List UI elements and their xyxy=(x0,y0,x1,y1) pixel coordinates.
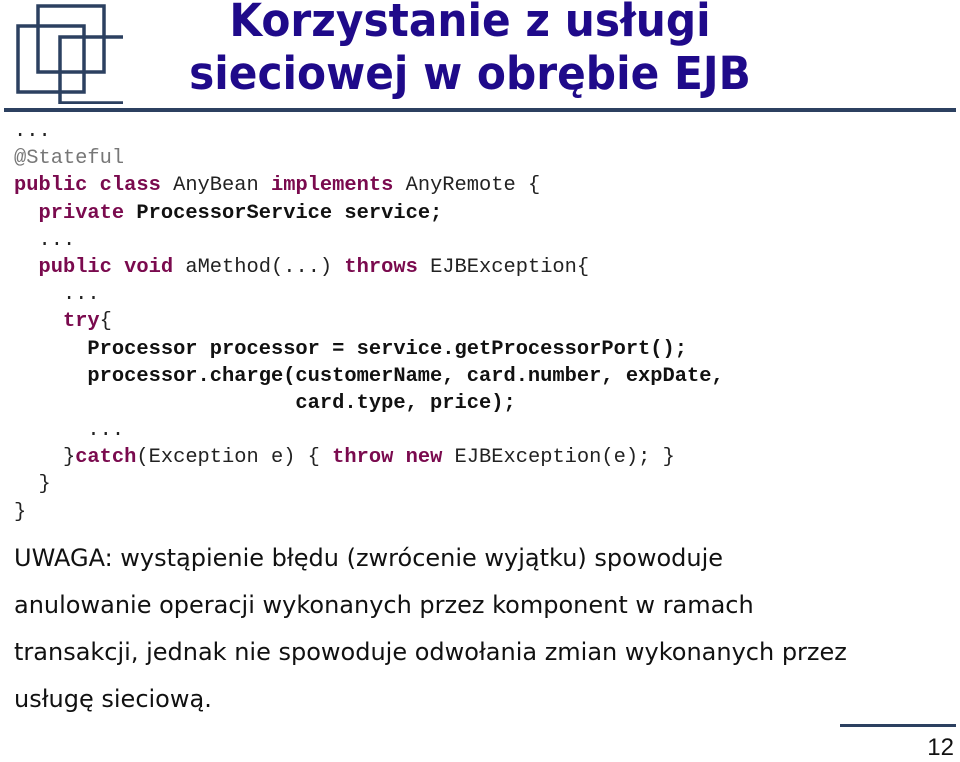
code-line: } xyxy=(14,471,724,498)
code-line: card.type, price); xyxy=(14,390,724,417)
title-divider xyxy=(4,108,956,112)
code-listing: ... @Stateful public class AnyBean impleme… xyxy=(14,118,724,526)
note-line: anulowanie operacji wykonanych przez kom… xyxy=(14,591,754,619)
page-number: 12 xyxy=(927,734,954,761)
code-keyword: public class xyxy=(14,174,161,198)
code-line: ... xyxy=(14,281,724,308)
overlapping-squares-logo-icon xyxy=(16,4,123,104)
code-keyword: try xyxy=(62,310,100,334)
code-keyword: throws xyxy=(344,255,418,279)
slide-title-line-1: Korzystanie z usługi xyxy=(229,0,711,47)
footer-divider xyxy=(840,724,956,727)
code-text: AnyBean xyxy=(160,174,271,198)
code-text: } xyxy=(14,446,76,470)
code-text: } xyxy=(14,500,27,524)
code-line: try{ xyxy=(14,308,724,335)
code-text: ProcessorService service; xyxy=(124,201,443,225)
code-line: public void aMethod(...) throws EJBExcep… xyxy=(14,254,724,281)
code-text: EJBException{ xyxy=(417,255,590,279)
note-paragraph: UWAGA: wystąpienie błędu (zwrócenie wyją… xyxy=(14,535,960,723)
code-line: ... xyxy=(14,227,724,254)
code-line: } xyxy=(14,499,724,526)
code-text: ... xyxy=(14,283,100,307)
code-text: ... xyxy=(14,228,76,252)
code-text: ... xyxy=(14,120,51,143)
code-text: AnyRemote { xyxy=(393,174,541,198)
code-keyword: private xyxy=(38,201,125,225)
code-keyword: public void xyxy=(38,255,174,279)
code-text: processor.charge(customerName, card.numb… xyxy=(14,364,724,388)
slide-title-line-2: sieciowej w obrębie EJB xyxy=(189,47,751,100)
code-line: }catch(Exception e) { throw new EJBExcep… xyxy=(14,444,724,471)
code-keyword: throw new xyxy=(332,446,443,470)
code-text: (Exception e) { xyxy=(136,446,333,470)
note-line: usługę sieciową. xyxy=(14,685,212,713)
code-annotation: @Stateful xyxy=(14,147,125,171)
code-line: ... xyxy=(14,417,724,444)
code-text: EJBException(e); } xyxy=(442,446,675,470)
code-keyword: implements xyxy=(270,174,394,198)
code-text: card.type, price); xyxy=(14,391,516,415)
code-text: { xyxy=(99,310,112,334)
note-line: UWAGA: wystąpienie błędu (zwrócenie wyją… xyxy=(14,544,724,572)
note-line: transakcji, jednak nie spowoduje odwołan… xyxy=(14,638,847,666)
code-line: @Stateful xyxy=(14,145,724,172)
slide-title: Korzystanie z usługi sieciowej w obrębie… xyxy=(160,0,780,100)
code-line: processor.charge(customerName, card.numb… xyxy=(14,363,724,390)
code-line: private ProcessorService service; xyxy=(14,200,724,227)
code-text: ... xyxy=(14,419,125,443)
code-text: Processor processor = service.getProcess… xyxy=(14,337,688,361)
code-keyword: catch xyxy=(75,446,137,470)
code-line: Processor processor = service.getProcess… xyxy=(14,336,724,363)
code-line: ... xyxy=(14,118,724,145)
code-line: public class AnyBean implements AnyRemot… xyxy=(14,172,724,199)
code-text: aMethod(...) xyxy=(173,255,345,279)
code-text: } xyxy=(14,473,51,497)
